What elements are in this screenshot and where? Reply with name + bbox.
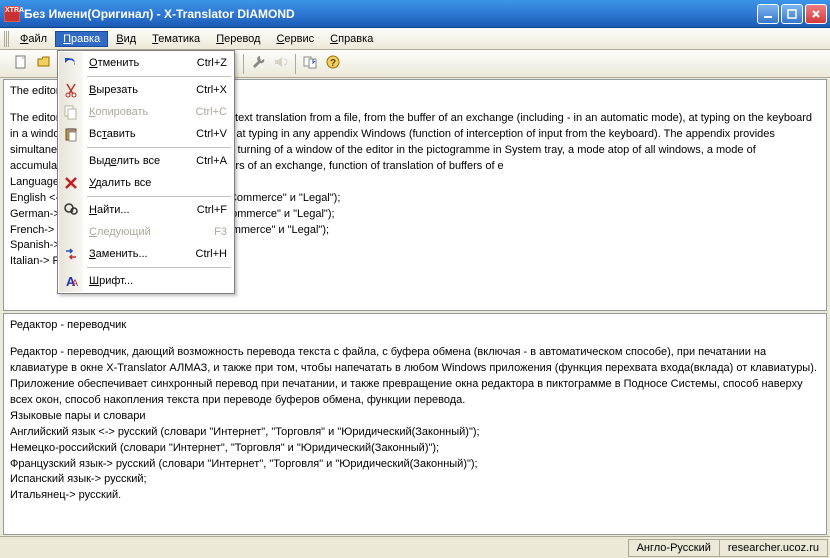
font-icon: AA [63, 273, 79, 289]
replace-icon [63, 246, 79, 262]
undo-icon [63, 55, 79, 71]
speaker-button [270, 53, 292, 75]
blank [63, 224, 79, 240]
menu-тематика[interactable]: Тематика [144, 31, 208, 47]
wrench-icon [250, 54, 266, 73]
help-button[interactable]: ? [322, 53, 344, 75]
menu-сервис[interactable]: Сервис [268, 31, 322, 47]
translation-text-pane[interactable]: Редактор - переводчикРедактор - переводч… [3, 313, 827, 535]
speaker-icon [273, 54, 289, 73]
minimize-button[interactable] [757, 4, 779, 24]
menu-item-отменить[interactable]: ОтменитьCtrl+Z [59, 52, 233, 74]
menu-bar: ФайлПравкаВидТематикаПереводСервисСправк… [0, 28, 830, 50]
open-icon [36, 54, 52, 73]
bookmark-icon [302, 54, 318, 73]
paste-icon [63, 126, 79, 142]
menu-item-вырезать[interactable]: ВырезатьCtrl+X [59, 79, 233, 101]
wrench-button[interactable] [247, 53, 269, 75]
menu-item-шрифт-[interactable]: AAШрифт... [59, 270, 233, 292]
menu-item-удалить-все[interactable]: Удалить все [59, 172, 233, 194]
svg-text:?: ? [330, 58, 336, 69]
open-button[interactable] [33, 53, 55, 75]
edit-menu-dropdown: ОтменитьCtrl+Z ВырезатьCtrl+XКопироватьCt… [57, 50, 235, 294]
help-icon: ? [325, 54, 341, 73]
toolbar-grip[interactable] [2, 54, 8, 74]
blank [63, 153, 79, 169]
close-button[interactable] [805, 4, 827, 24]
copy-icon [63, 104, 79, 120]
menu-item-заменить-[interactable]: Заменить...Ctrl+H [59, 243, 233, 265]
status-bar: Англо-Русский researcher.ucoz.ru [0, 536, 830, 558]
menu-файл[interactable]: Файл [12, 31, 55, 47]
bookmark-button[interactable] [299, 53, 321, 75]
menu-справка[interactable]: Справка [322, 31, 381, 47]
menu-правка[interactable]: Правка [55, 31, 108, 47]
svg-text:A: A [72, 278, 78, 288]
delete-icon [63, 175, 79, 191]
maximize-button[interactable] [781, 4, 803, 24]
language-pair-status[interactable]: Англо-Русский [628, 539, 720, 557]
title-bar: XTRA Без Имени(Оригинал) - X-Translator … [0, 0, 830, 28]
menu-item-копировать: КопироватьCtrl+C [59, 101, 233, 123]
window-title: Без Имени(Оригинал) - X-Translator DIAMO… [24, 7, 757, 21]
find-icon [63, 202, 79, 218]
menubar-grip[interactable] [4, 31, 10, 47]
menu-вид[interactable]: Вид [108, 31, 144, 47]
new-icon [13, 54, 29, 73]
menu-item-следующий: СледующийF3 [59, 221, 233, 243]
menu-item-выделить-все[interactable]: Выделить всеCtrl+A [59, 150, 233, 172]
cut-icon [63, 82, 79, 98]
new-button[interactable] [10, 53, 32, 75]
app-icon: XTRA [4, 6, 20, 22]
menu-item-найти-[interactable]: Найти...Ctrl+F [59, 199, 233, 221]
menu-перевод[interactable]: Перевод [208, 31, 268, 47]
watermark: researcher.ucoz.ru [719, 539, 828, 557]
menu-item-вставить[interactable]: ВставитьCtrl+V [59, 123, 233, 145]
